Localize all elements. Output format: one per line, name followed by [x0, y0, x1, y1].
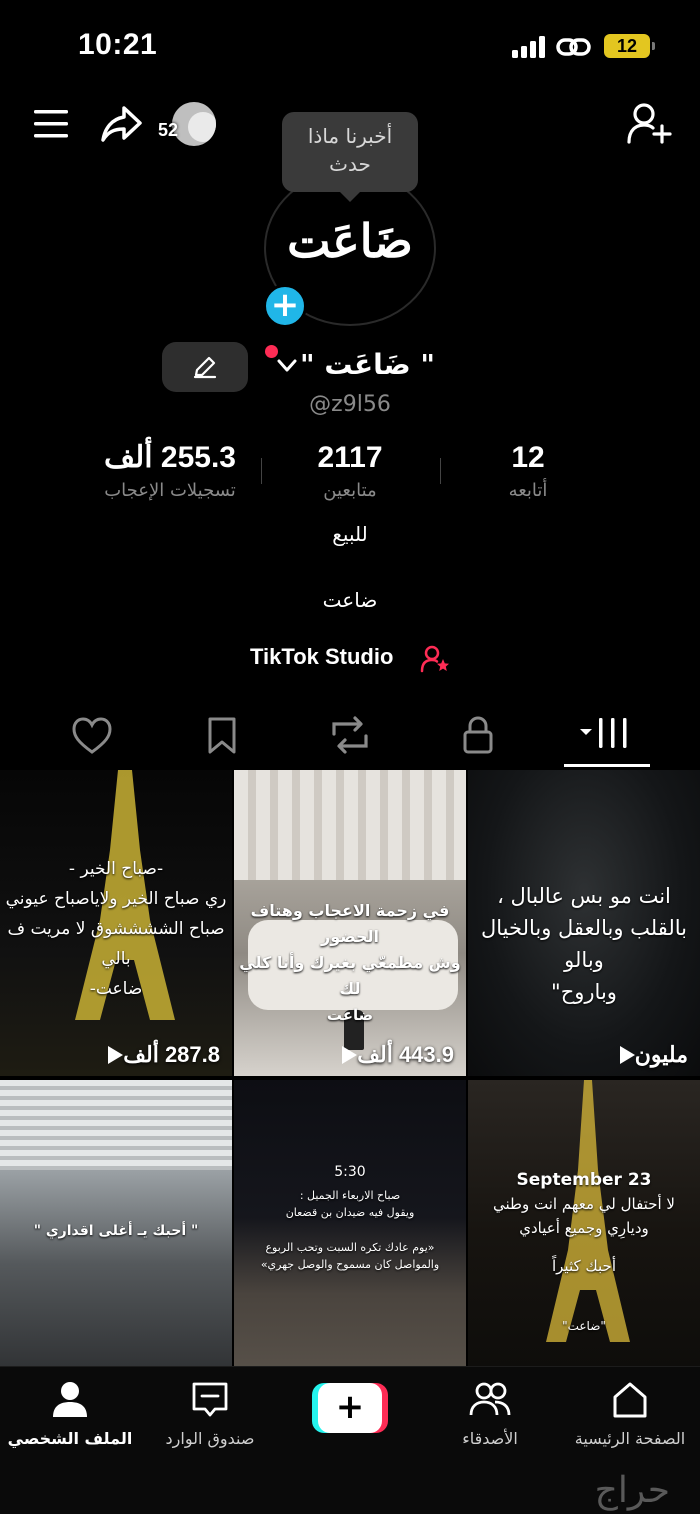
video-caption: 5:30 صباح الاربعاء الجميل : ويقول فيه ضي… [260, 1164, 440, 1271]
view-count: 443.9 ألف [244, 1042, 454, 1068]
username: @z9l56 [309, 392, 391, 417]
home-icon [613, 1382, 647, 1418]
chevron-down-icon[interactable] [276, 358, 298, 374]
video-thumbnail[interactable]: 5:30 صباح الاربعاء الجميل : ويقول فيه ضي… [234, 1080, 466, 1386]
add-friend-icon[interactable] [626, 102, 672, 146]
following-count: 12 [511, 441, 545, 474]
status-tooltip[interactable]: أخبرنا ماذا حدث [282, 112, 418, 202]
video-thumbnail[interactable]: في زحمة الاعجاب وهتاف الحضور وش مطمعّي ب… [234, 770, 466, 1076]
view-count: مليون [478, 1042, 688, 1068]
stat-following[interactable]: 12 أتابعه [458, 440, 598, 506]
video-caption: 23 September لا أحتفال لي معهم انت وطني … [493, 1170, 675, 1333]
tab-underline [564, 764, 650, 767]
stat-divider [440, 458, 441, 484]
plus-icon: + [318, 1383, 382, 1433]
following-label: أتابعه [508, 480, 548, 501]
likes-count: 255.3 ألف [104, 441, 236, 474]
video-caption: انت مو بس عالبال ، بالقلب وبالعقل وبالخي… [481, 884, 687, 1004]
video-caption: في زحمة الاعجاب وهتاف الحضور وش مطمعّي ب… [239, 901, 461, 1024]
signal-icon [512, 36, 545, 58]
video-thumbnail[interactable]: انت مو بس عالبال ، بالقلب وبالعقل وبالخي… [468, 770, 700, 1076]
video-grid: انت مو بس عالبال ، بالقلب وبالعقل وبالخي… [0, 770, 700, 1386]
display-name[interactable]: " ضَاعَت " [300, 348, 435, 381]
tiktok-studio-link[interactable]: TikTok Studio [250, 644, 449, 676]
create-button[interactable]: + [312, 1383, 388, 1433]
nav-inbox[interactable]: صندوق الوارد [150, 1379, 270, 1448]
stat-followers[interactable]: 2117 متابعين [270, 440, 430, 506]
add-story-button[interactable]: + [263, 284, 307, 328]
play-icon [619, 1046, 635, 1064]
video-thumbnail[interactable]: 23 September لا أحتفال لي معهم انت وطني … [468, 1080, 700, 1386]
menu-icon[interactable] [32, 106, 70, 142]
tunnel-ceiling-image [0, 1080, 232, 1170]
video-caption: -صباح الخير - ري صباح الخير ولاياصباح عي… [5, 859, 227, 999]
edit-profile-button[interactable] [162, 342, 248, 392]
nav-friends[interactable]: الأصدقاء [440, 1379, 540, 1448]
studio-label: TikTok Studio [250, 644, 394, 669]
tab-reposts[interactable] [320, 712, 380, 758]
haraj-watermark: حراج [594, 1470, 670, 1511]
battery-indicator: 12 [604, 34, 655, 58]
status-time: 10:21 [78, 28, 158, 61]
personal-hotspot-icon [556, 38, 591, 56]
tab-videos[interactable] [576, 712, 636, 758]
friends-icon [469, 1382, 511, 1416]
notification-dot [265, 345, 278, 358]
nav-profile-label: الملف الشخصي [7, 1429, 133, 1448]
nav-friends-label: الأصدقاء [462, 1429, 518, 1448]
tab-favorites[interactable] [192, 712, 252, 758]
video-caption: " أحبك يـ أغلى اقداري " [33, 1223, 199, 1239]
likes-label: تسجيلات الإعجاب [104, 480, 236, 501]
nav-profile[interactable]: الملف الشخصي [0, 1379, 140, 1448]
tooltip-line-2: حدث [329, 152, 371, 176]
nav-home-label: الصفحة الرئيسية [574, 1429, 686, 1448]
status-bar: 10:21 12 [0, 0, 700, 95]
followers-label: متابعين [323, 480, 377, 501]
stat-divider [261, 458, 262, 484]
friend-avatar[interactable] [172, 102, 216, 146]
curtain-image [234, 770, 466, 880]
profile-icon [53, 1382, 87, 1417]
nav-inbox-label: صندوق الوارد [165, 1429, 255, 1448]
play-icon [108, 1046, 124, 1064]
bio-line: ضاعت [322, 588, 378, 612]
avatar-calligraphy: ضَاعَت [287, 214, 413, 268]
nav-home[interactable]: الصفحة الرئيسية [560, 1379, 700, 1448]
inbox-icon [192, 1382, 228, 1417]
stat-likes: 255.3 ألف تسجيلات الإعجاب [80, 440, 260, 506]
play-icon [342, 1046, 358, 1064]
tooltip-line-1: أخبرنا ماذا [307, 124, 393, 148]
followers-count: 2117 [317, 441, 383, 474]
studio-icon [420, 645, 449, 673]
tab-private[interactable] [448, 712, 508, 758]
tab-liked[interactable] [62, 712, 122, 758]
video-thumbnail[interactable]: -صباح الخير - ري صباح الخير ولاياصباح عي… [0, 770, 232, 1076]
bio-line: للبيع [332, 522, 368, 546]
pencil-icon [193, 356, 217, 379]
video-thumbnail[interactable]: " أحبك يـ أغلى اقداري " [0, 1080, 232, 1386]
share-profile-icon[interactable] [100, 104, 144, 144]
friend-count: 52 [158, 120, 179, 140]
view-count: 287.8 ألف [10, 1042, 220, 1068]
